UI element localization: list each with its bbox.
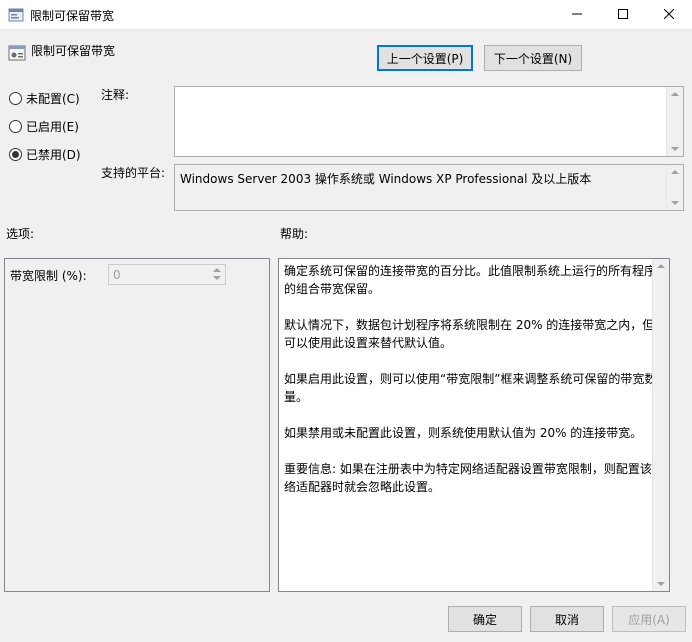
spinner-buttons[interactable] — [210, 265, 225, 284]
spin-up-icon[interactable] — [213, 268, 221, 272]
help-heading: 帮助: — [280, 227, 309, 241]
options-heading: 选项: — [6, 227, 35, 241]
comment-label: 注释: — [101, 88, 130, 102]
scroll-up-icon[interactable] — [671, 170, 679, 174]
minimize-button[interactable] — [554, 0, 600, 30]
window-title: 限制可保留带宽 — [30, 9, 115, 23]
platform-scrollbar[interactable] — [666, 165, 683, 210]
apply-button[interactable]: 应用(A) — [612, 606, 686, 632]
maximize-icon — [618, 8, 628, 22]
help-paragraph: 如果启用此设置，则可以使用“带宽限制”框来调整系统可保留的带宽数量。 — [284, 372, 657, 404]
radio-label: 已禁用(D) — [26, 148, 81, 162]
radio-enabled[interactable]: 已启用(E) — [9, 118, 79, 135]
radio-disabled[interactable]: 已禁用(D) — [9, 146, 81, 163]
help-paragraph: 重要信息: 如果在注册表中为特定网络适配器设置带宽限制，则配置该网络适配器时就会… — [284, 462, 664, 494]
radio-circle[interactable] — [9, 120, 22, 133]
previous-setting-button[interactable]: 上一个设置(P) — [377, 45, 473, 71]
scroll-down-icon[interactable] — [671, 201, 679, 205]
scroll-down-icon[interactable] — [671, 147, 679, 151]
help-panel: 确定系统可保留的连接带宽的百分比。此值限制系统上运行的所有程序的组合带宽保留。 … — [278, 258, 670, 592]
bandwidth-value: 0 — [113, 268, 121, 282]
minimize-icon — [572, 8, 582, 22]
title-bar: 限制可保留带宽 — [0, 0, 692, 30]
radio-not-configured[interactable]: 未配置(C) — [9, 90, 80, 107]
options-panel — [4, 258, 270, 592]
next-setting-button[interactable]: 下一个设置(N) — [484, 45, 582, 71]
ok-button[interactable]: 确定 — [448, 606, 522, 632]
help-text: 确定系统可保留的连接带宽的百分比。此值限制系统上运行的所有程序的组合带宽保留。 … — [284, 262, 664, 514]
bandwidth-spinner[interactable]: 0 — [108, 264, 226, 285]
comment-textarea[interactable] — [174, 86, 684, 157]
scroll-up-icon[interactable] — [657, 264, 665, 268]
help-paragraph: 默认情况下，数据包计划程序将系统限制在 20% 的连接带宽之内，但可以使用此设置… — [284, 318, 655, 350]
maximize-button[interactable] — [600, 0, 646, 30]
radio-circle-checked[interactable] — [9, 148, 22, 161]
scroll-down-icon[interactable] — [657, 582, 665, 586]
platform-text: Windows Server 2003 操作系统或 Windows XP Pro… — [180, 172, 592, 186]
close-button[interactable] — [646, 0, 692, 30]
policy-icon — [8, 7, 24, 26]
setting-icon — [8, 44, 26, 65]
radio-label: 已启用(E) — [26, 120, 79, 134]
help-paragraph: 如果禁用或未配置此设置，则系统使用默认值为 20% 的连接带宽。 — [284, 426, 643, 440]
help-paragraph: 确定系统可保留的连接带宽的百分比。此值限制系统上运行的所有程序的组合带宽保留。 — [284, 264, 657, 296]
bandwidth-label: 带宽限制 (%): — [10, 269, 87, 283]
comment-scrollbar[interactable] — [666, 87, 683, 156]
spin-down-icon[interactable] — [213, 276, 221, 280]
help-scrollbar[interactable] — [652, 259, 669, 591]
close-icon — [663, 8, 675, 22]
cancel-button[interactable]: 取消 — [530, 606, 604, 632]
platform-field: Windows Server 2003 操作系统或 Windows XP Pro… — [174, 164, 684, 211]
radio-circle[interactable] — [9, 92, 22, 105]
radio-label: 未配置(C) — [26, 92, 80, 106]
platform-label: 支持的平台: — [101, 166, 166, 180]
setting-title: 限制可保留带宽 — [31, 44, 116, 58]
scroll-up-icon[interactable] — [671, 92, 679, 96]
